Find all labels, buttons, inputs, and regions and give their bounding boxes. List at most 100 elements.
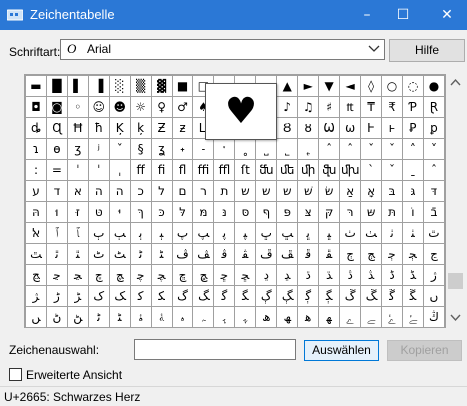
char-cell[interactable]: ﭘ — [213, 222, 236, 244]
char-cell[interactable]: ▌ — [66, 75, 89, 97]
char-cell[interactable]: Ħ — [66, 117, 89, 139]
char-cell[interactable]: ◄ — [339, 75, 362, 97]
char-cell[interactable]: ◘ — [25, 96, 47, 118]
char-cell[interactable]: ﭠ — [381, 222, 403, 244]
char-cell[interactable]: ffi — [192, 159, 215, 181]
char-cell[interactable]: ■ — [171, 75, 194, 97]
char-cell[interactable]: ˿ — [297, 138, 320, 160]
char-cell[interactable]: ﭛ — [276, 222, 299, 244]
char-cell[interactable]: תּ — [381, 201, 403, 223]
char-cell[interactable]: ˆ — [339, 138, 362, 160]
char-cell[interactable]: ﮒ — [171, 285, 194, 307]
char-cell[interactable]: ▬ — [25, 75, 47, 97]
char-cell[interactable]: ףּ — [255, 201, 278, 223]
char-cell[interactable]: ﭨ — [129, 243, 152, 265]
char-cell[interactable]: ░ — [108, 75, 131, 97]
char-cell[interactable]: ךּ — [129, 201, 152, 223]
char-cell[interactable]: ► — [297, 75, 320, 97]
char-cell[interactable]: ₸ — [360, 96, 383, 118]
char-cell[interactable]: ˄ — [401, 138, 424, 160]
char-cell[interactable]: ☻ — [108, 96, 131, 118]
char-cell[interactable]: ˽ — [255, 138, 278, 160]
char-cell[interactable]: ﭡ — [401, 222, 424, 244]
char-cell[interactable]: ﮄ — [297, 264, 320, 286]
char-cell[interactable]: Ƶ — [150, 117, 173, 139]
char-cell[interactable]: הּ — [25, 201, 47, 223]
char-cell[interactable]: ד — [45, 180, 68, 202]
char-cell[interactable]: ▼ — [318, 75, 341, 97]
char-cell[interactable]: ﮂ — [255, 264, 278, 286]
char-cell[interactable]: ﭓ — [108, 222, 131, 244]
char-cell[interactable]: ﮢ — [87, 306, 110, 328]
char-cell[interactable]: ﮤ — [129, 306, 152, 328]
char-cell[interactable]: ﭦ — [87, 243, 110, 265]
char-cell[interactable]: ﮇ — [360, 264, 383, 286]
char-cell[interactable]: ♀ — [150, 96, 173, 118]
char-cell[interactable]: ﭿ — [192, 264, 215, 286]
char-cell[interactable]: fi — [150, 159, 173, 181]
char-cell[interactable]: ﭾ — [171, 264, 194, 286]
char-cell[interactable]: ﮅ — [318, 264, 341, 286]
char-cell[interactable]: ע — [25, 180, 47, 202]
char-cell[interactable]: ם — [171, 180, 194, 202]
char-cell[interactable]: ה — [87, 180, 110, 202]
char-cell[interactable]: ﮱ — [401, 306, 424, 328]
char-cell[interactable]: █ — [45, 75, 68, 97]
char-cell[interactable]: ﮥ — [150, 306, 173, 328]
char-cell[interactable]: שּ — [360, 201, 383, 223]
char-cell[interactable]: ﮍ — [66, 285, 89, 307]
char-cell[interactable]: ˈ — [66, 159, 89, 181]
char-cell[interactable]: ﭤ — [45, 243, 68, 265]
char-cell[interactable]: ﮆ — [339, 264, 362, 286]
char-cell[interactable]: ﮰ — [381, 306, 403, 328]
char-cell[interactable]: בּ — [381, 180, 403, 202]
char-cell[interactable]: ﮃ — [276, 264, 299, 286]
char-cell[interactable]: ꝑ — [422, 117, 446, 139]
char-cell[interactable]: ⱶ — [381, 117, 403, 139]
char-cell[interactable]: ﬕ — [297, 159, 320, 181]
advanced-view-checkbox[interactable] — [9, 368, 22, 381]
char-cell[interactable]: ﮧ — [192, 306, 215, 328]
char-cell[interactable]: ﮌ — [45, 285, 68, 307]
char-cell[interactable]: ﮯ — [360, 306, 383, 328]
char-cell[interactable]: ﭹ — [66, 264, 89, 286]
char-cell[interactable]: ﭵ — [401, 243, 424, 265]
char-cell[interactable]: ﭬ — [213, 243, 236, 265]
char-cell[interactable]: ﭻ — [108, 264, 131, 286]
char-cell[interactable]: fl — [171, 159, 194, 181]
char-cell[interactable]: סּ — [234, 201, 257, 223]
char-cell[interactable]: ﭣ — [25, 243, 47, 265]
char-cell[interactable]: ˳ — [234, 138, 257, 160]
close-button[interactable]: ✕ — [427, 0, 467, 30]
char-cell[interactable]: ﮙ — [318, 285, 341, 307]
char-cell[interactable]: ﮁ — [234, 264, 257, 286]
char-cell[interactable]: ˇ — [381, 159, 403, 181]
char-cell[interactable]: ﭕ — [150, 222, 173, 244]
char-cell[interactable]: ﮪ — [255, 306, 278, 328]
char-cell[interactable]: ˈ — [87, 159, 110, 181]
char-cell[interactable]: נּ — [213, 201, 236, 223]
char-cell[interactable]: ﭐ — [45, 222, 68, 244]
char-cell[interactable]: ﮮ — [339, 306, 362, 328]
char-cell[interactable]: ﮓ — [192, 285, 215, 307]
char-cell[interactable]: ﮉ — [401, 264, 424, 286]
char-cell[interactable]: ˗ — [192, 138, 215, 160]
char-cell[interactable]: ﮩ — [234, 306, 257, 328]
char-cell[interactable]: מּ — [192, 201, 215, 223]
char-cell[interactable]: ﭝ — [318, 222, 341, 244]
char-cell[interactable]: ﯓ — [422, 306, 446, 328]
char-cell[interactable]: ﬓ — [255, 159, 278, 181]
char-cell[interactable]: ש — [276, 180, 299, 202]
char-cell[interactable]: ﭼ — [129, 264, 152, 286]
char-cell[interactable]: שׂ — [318, 180, 341, 202]
char-cell[interactable]: ѡ — [339, 117, 362, 139]
char-cell[interactable]: ﮘ — [297, 285, 320, 307]
char-cell[interactable]: וּ — [45, 201, 68, 223]
char-cell[interactable]: ﮔ — [213, 285, 236, 307]
char-cell[interactable]: ל — [150, 180, 173, 202]
char-cell[interactable]: ﮝ — [401, 285, 424, 307]
char-cell[interactable]: ﭞ — [339, 222, 362, 244]
char-cell[interactable]: ﭒ — [87, 222, 110, 244]
char-cell[interactable]: ˇ — [381, 138, 403, 160]
char-cell[interactable]: ﭜ — [297, 222, 320, 244]
